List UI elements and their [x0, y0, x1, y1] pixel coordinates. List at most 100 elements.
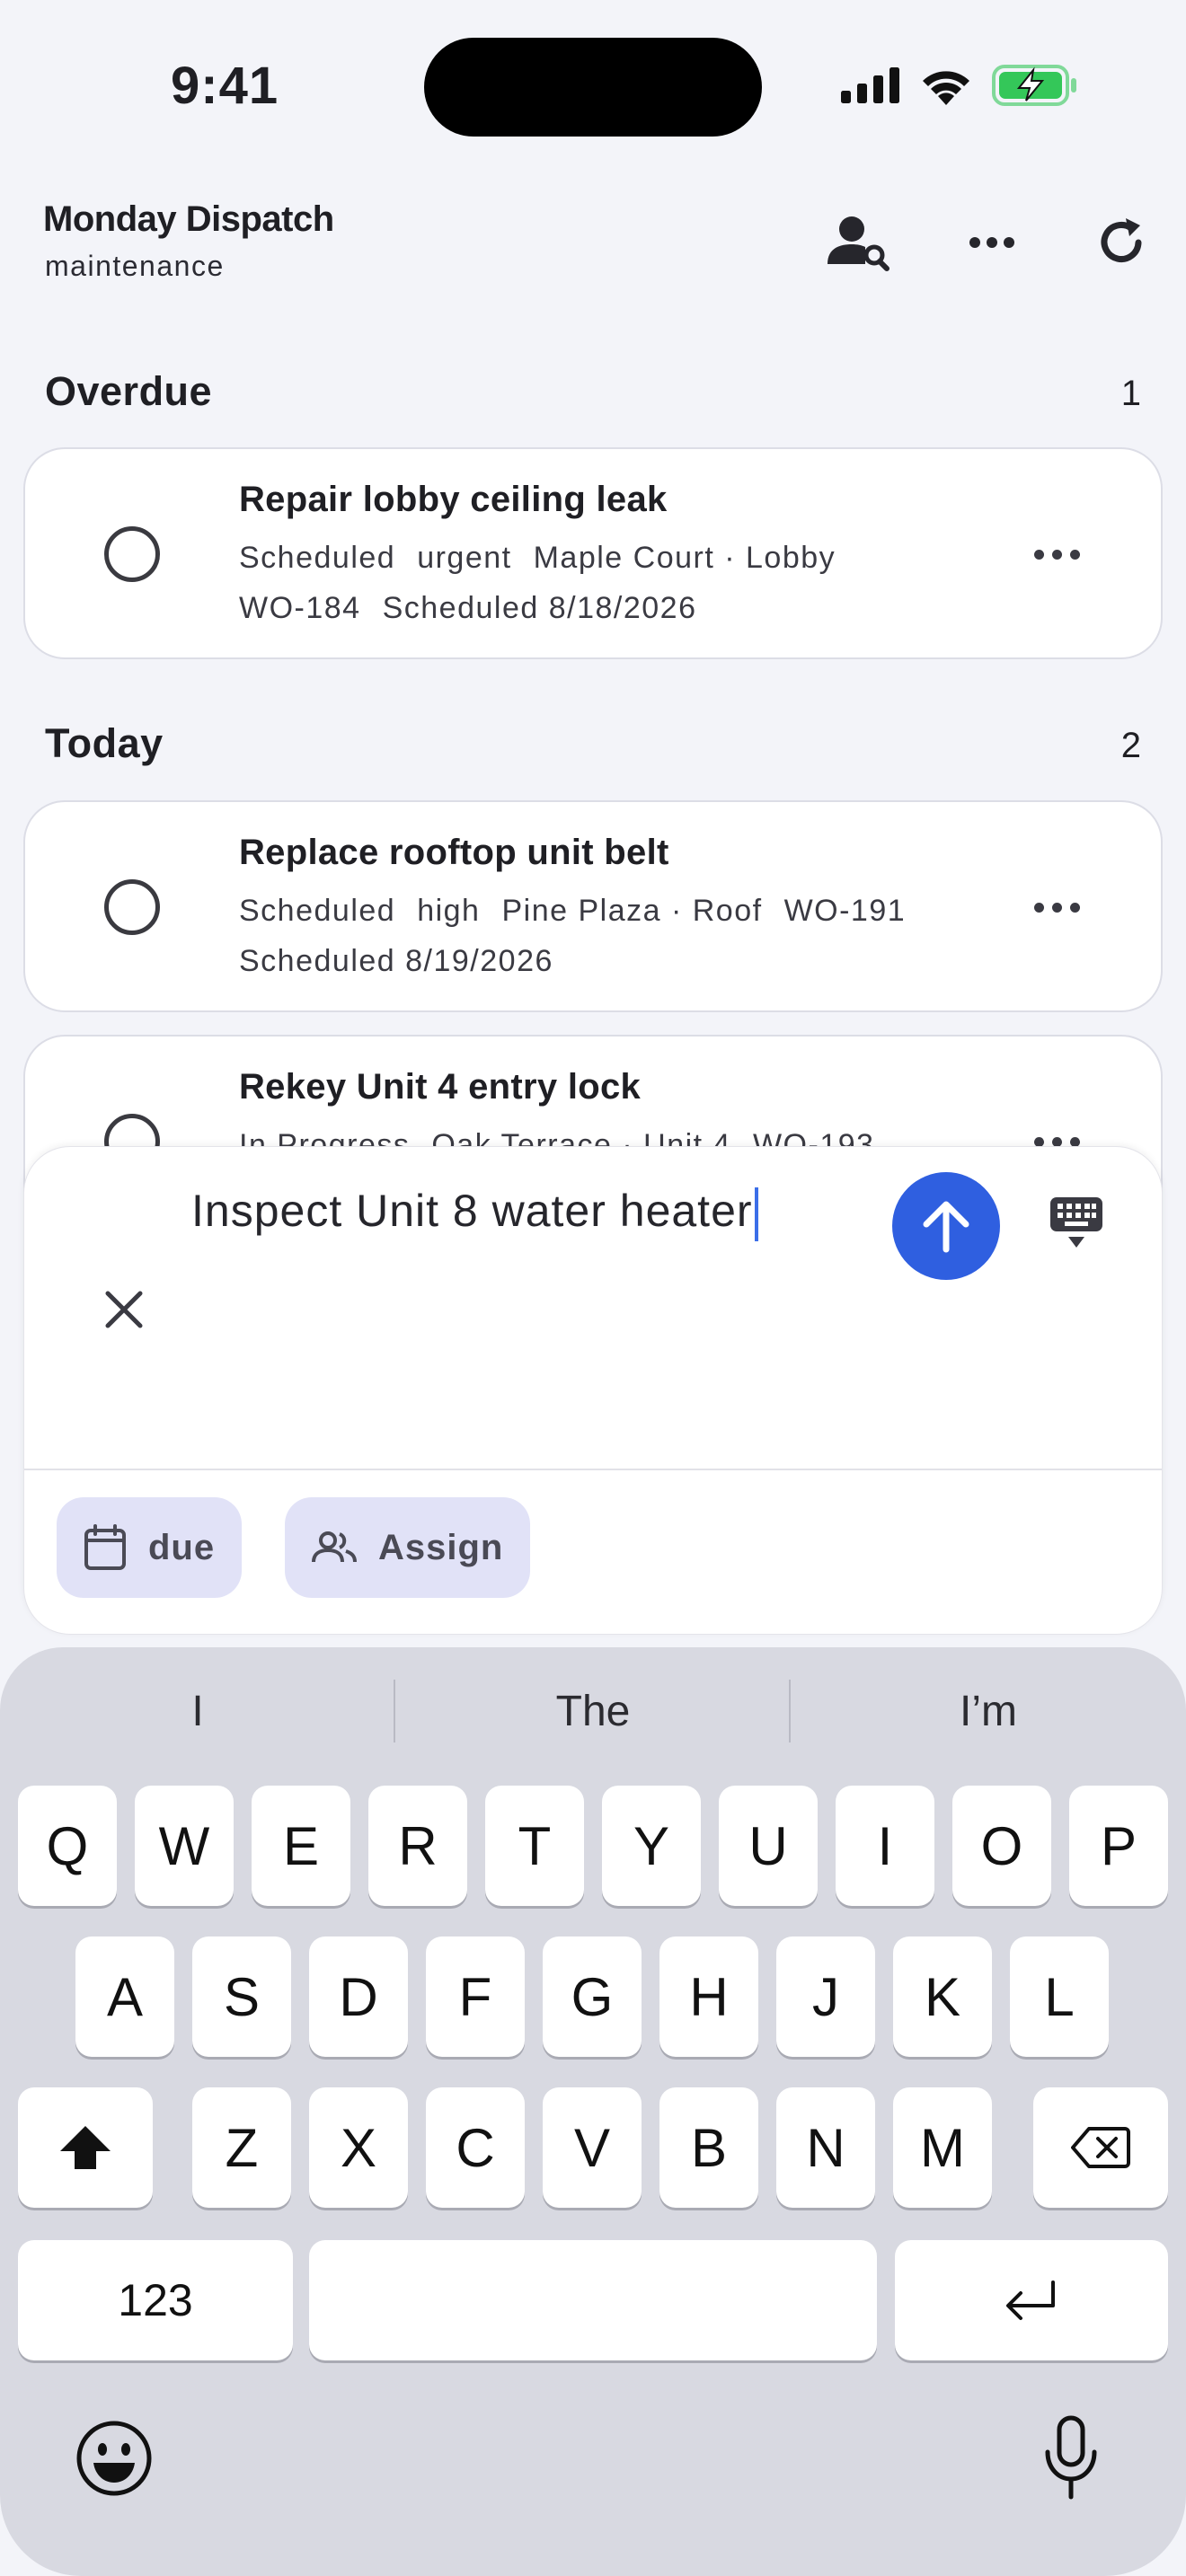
key-n[interactable]: N — [776, 2087, 875, 2208]
key-b[interactable]: B — [659, 2087, 758, 2208]
key-p[interactable]: P — [1069, 1786, 1168, 1906]
space-key[interactable] — [309, 2240, 877, 2360]
task-more-button[interactable] — [1034, 903, 1080, 913]
key-e[interactable]: E — [252, 1786, 350, 1906]
arrow-up-icon — [923, 1201, 969, 1253]
section-title-today: Today — [45, 720, 164, 766]
numbers-key[interactable]: 123 — [18, 2240, 293, 2360]
wifi-icon — [923, 71, 969, 105]
composer-divider — [24, 1469, 1162, 1470]
new-task-input-value: Inspect Unit 8 water heater — [191, 1186, 753, 1236]
refresh-icon — [1101, 218, 1142, 262]
people-icon — [312, 1531, 357, 1563]
cellular-signal-icon — [841, 67, 899, 103]
emoji-button[interactable] — [75, 2420, 153, 2501]
text-caret — [754, 1187, 758, 1241]
more-options-button[interactable] — [956, 207, 1028, 278]
suggestion-3[interactable]: I’m — [791, 1687, 1186, 1736]
key-l[interactable]: L — [1010, 1936, 1109, 2057]
task-title: Rekey Unit 4 entry lock — [239, 1067, 642, 1107]
key-a[interactable]: A — [75, 1936, 174, 2057]
task-location: Maple Court · Lobby — [533, 541, 836, 575]
section-count-today: 2 — [1120, 726, 1141, 765]
keyboard-suggestions: I The I’m — [0, 1647, 1186, 1782]
close-icon — [105, 1291, 143, 1328]
on-screen-keyboard: I The I’m Q W E R T Y U I O P A S D F G … — [0, 1647, 1186, 2576]
more-horizontal-icon — [969, 237, 1014, 248]
dictation-button[interactable] — [1044, 2414, 1098, 2505]
backspace-icon — [1071, 2127, 1130, 2168]
key-k[interactable]: K — [893, 1936, 992, 2057]
key-h[interactable]: H — [659, 1936, 758, 2057]
key-x[interactable]: X — [309, 2087, 408, 2208]
task-work-order: WO-184 — [239, 591, 361, 625]
key-y[interactable]: Y — [602, 1786, 701, 1906]
key-q[interactable]: Q — [18, 1786, 117, 1906]
new-task-input[interactable]: Inspect Unit 8 water heater — [191, 1185, 758, 1241]
calendar-icon — [84, 1524, 126, 1570]
send-button[interactable] — [892, 1172, 1000, 1280]
battery-charging-icon — [992, 65, 1076, 106]
task-status: Scheduled — [239, 894, 396, 928]
task-status: Scheduled — [239, 541, 396, 575]
task-card[interactable]: Repair lobby ceiling leak Scheduled urgen… — [23, 447, 1163, 659]
hide-keyboard-button[interactable] — [1045, 1192, 1108, 1255]
task-work-order: WO-191 — [783, 894, 907, 928]
dynamic-island — [424, 38, 762, 137]
key-r[interactable]: R — [368, 1786, 467, 1906]
task-scheduled-date: Scheduled 8/19/2026 — [239, 944, 553, 978]
key-s[interactable]: S — [192, 1936, 291, 2057]
task-location: Pine Plaza · Roof — [501, 894, 763, 928]
key-j[interactable]: J — [776, 1936, 875, 2057]
status-time: 9:41 — [171, 57, 279, 115]
assign-chip[interactable]: Assign — [285, 1497, 531, 1598]
shift-icon — [60, 2126, 111, 2169]
due-date-chip-label: due — [148, 1527, 216, 1567]
task-priority: high — [417, 894, 481, 928]
task-card[interactable]: Replace rooftop unit belt Scheduled high P… — [23, 800, 1163, 1012]
task-title: Repair lobby ceiling leak — [239, 480, 668, 519]
assign-chip-label: Assign — [378, 1527, 504, 1567]
key-f[interactable]: F — [426, 1936, 525, 2057]
task-complete-checkbox[interactable] — [104, 526, 160, 582]
return-icon — [1006, 2280, 1055, 2320]
key-i[interactable]: I — [836, 1786, 934, 1906]
key-u[interactable]: U — [719, 1786, 818, 1906]
delete-key[interactable] — [1033, 2087, 1168, 2208]
key-t[interactable]: T — [485, 1786, 584, 1906]
refresh-button[interactable] — [1085, 207, 1157, 278]
microphone-icon — [1045, 2415, 1097, 2500]
section-title-overdue: Overdue — [45, 368, 213, 414]
suggestion-2[interactable]: The — [395, 1687, 791, 1736]
key-d[interactable]: D — [309, 1936, 408, 2057]
key-m[interactable]: M — [893, 2087, 992, 2208]
key-w[interactable]: W — [135, 1786, 234, 1906]
user-search-button[interactable] — [823, 207, 895, 278]
page-title: Monday Dispatch — [43, 199, 334, 239]
suggestion-1[interactable]: I — [0, 1687, 395, 1736]
key-g[interactable]: G — [543, 1936, 642, 2057]
task-title: Replace rooftop unit belt — [239, 833, 669, 872]
return-key[interactable] — [895, 2240, 1168, 2360]
task-meta-line: Scheduled high Pine Plaza · Roof WO-191 — [239, 894, 927, 929]
task-meta-line: WO-184 Scheduled 8/18/2026 — [239, 591, 718, 626]
task-scheduled-date: Scheduled 8/18/2026 — [382, 591, 697, 625]
page-subtitle: maintenance — [45, 250, 225, 282]
due-date-chip[interactable]: due — [57, 1497, 243, 1598]
key-v[interactable]: V — [543, 2087, 642, 2208]
user-search-icon — [828, 216, 890, 271]
task-meta-line: Scheduled urgent Maple Court · Lobby — [239, 541, 857, 576]
shift-key[interactable] — [18, 2087, 153, 2208]
task-meta-line: Scheduled 8/19/2026 — [239, 944, 575, 979]
emoji-icon — [76, 2421, 152, 2496]
task-priority: urgent — [417, 541, 512, 575]
task-more-button[interactable] — [1034, 550, 1080, 560]
status-icons — [841, 65, 1078, 106]
keyboard-hide-icon — [1050, 1197, 1102, 1248]
close-composer-button[interactable] — [93, 1278, 155, 1341]
key-c[interactable]: C — [426, 2087, 525, 2208]
task-complete-checkbox[interactable] — [104, 879, 160, 935]
key-z[interactable]: Z — [192, 2087, 291, 2208]
key-o[interactable]: O — [952, 1786, 1051, 1906]
section-count-overdue: 1 — [1120, 374, 1141, 413]
